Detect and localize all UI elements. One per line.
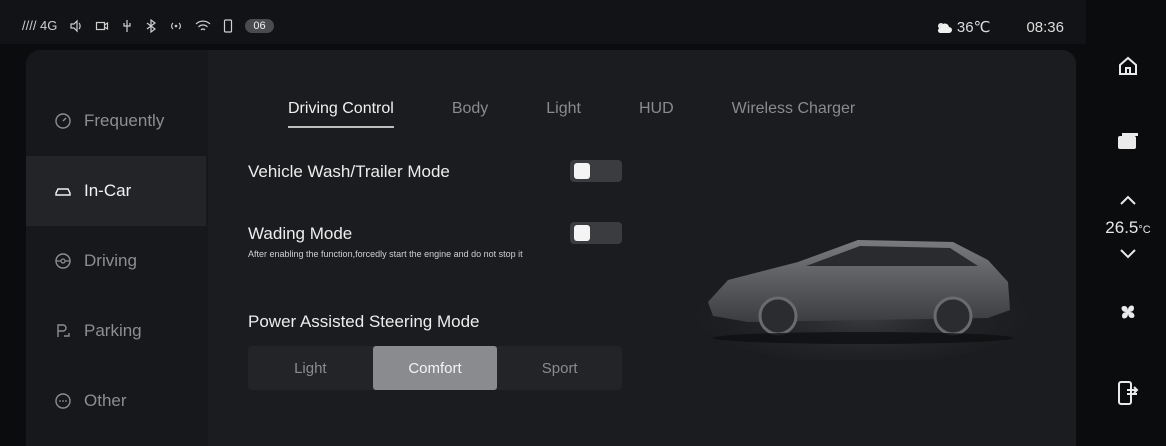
status-bar: //// 4G 06 36℃ 08:36: [0, 0, 1086, 44]
sidebar-item-label: Parking: [84, 321, 142, 340]
vehicle-wash-label: Vehicle Wash/Trailer Mode: [248, 162, 450, 181]
tab-wireless-charger[interactable]: Wireless Charger: [732, 100, 856, 128]
steering-option-sport[interactable]: Sport: [497, 346, 622, 390]
fan-button[interactable]: [1090, 300, 1166, 324]
toggle-knob: [574, 225, 590, 241]
steering-mode-selector: Light Comfort Sport: [248, 346, 622, 390]
wifi-icon: [195, 19, 211, 33]
tab-hud[interactable]: HUD: [639, 100, 674, 128]
fan-icon: [1121, 305, 1135, 319]
volume-icon: [69, 19, 83, 33]
more-icon: [55, 393, 71, 409]
tab-bar: Driving Control Body Light HUD Wireless …: [288, 100, 913, 128]
steering-option-comfort[interactable]: Comfort: [372, 346, 498, 390]
phone-icon: [223, 18, 233, 33]
tab-driving-control[interactable]: Driving Control: [288, 100, 394, 128]
hotspot-icon: [169, 19, 183, 33]
temperature-unit: °C: [1138, 224, 1151, 236]
bluetooth-icon: [145, 18, 157, 33]
multi-window-button[interactable]: [1090, 132, 1166, 154]
sidebar-item-label: Other: [84, 391, 127, 410]
climate-temperature: 26.5°C: [1090, 218, 1166, 238]
temperature-up-button[interactable]: [1090, 194, 1166, 206]
settings-panel: Frequently In-Car Driving Parking Other …: [26, 50, 1076, 446]
steering-option-light[interactable]: Light: [248, 346, 373, 390]
car-outline-icon: [55, 188, 71, 196]
status-right: 36℃ 08:36: [935, 18, 1064, 36]
sidebar-item-label: Frequently: [84, 111, 165, 130]
phone-exit-icon: [1118, 381, 1139, 405]
sidebar-item-label: Driving: [84, 251, 137, 270]
notification-badge[interactable]: 06: [245, 18, 274, 33]
tab-light[interactable]: Light: [546, 100, 581, 128]
sidebar-item-frequently[interactable]: Frequently: [26, 86, 206, 156]
sidebar-item-parking[interactable]: Parking: [26, 296, 206, 366]
steering-mode-label: Power Assisted Steering Mode: [248, 312, 480, 331]
camera-icon: [95, 19, 109, 33]
temperature-down-button[interactable]: [1090, 248, 1166, 260]
weather: 36℃: [935, 18, 991, 36]
chevron-down-icon: [1120, 249, 1136, 259]
wading-mode-label: Wading Mode: [248, 224, 353, 243]
right-dock: 26.5°C: [1090, 0, 1166, 446]
vehicle-image: [688, 240, 1038, 360]
wading-mode-toggle[interactable]: [570, 222, 622, 244]
tab-body[interactable]: Body: [452, 100, 488, 128]
steering-wheel-icon: [55, 253, 71, 269]
sidebar-item-other[interactable]: Other: [26, 366, 206, 436]
weather-temperature: 36℃: [956, 19, 991, 36]
gauge-icon: [55, 113, 71, 129]
sidebar-item-label: In-Car: [84, 181, 132, 200]
sidebar-nav: Frequently In-Car Driving Parking Other: [26, 86, 206, 436]
sidebar-item-driving[interactable]: Driving: [26, 226, 206, 296]
sun-cloud-icon: [937, 23, 952, 33]
settings-content: Driving Control Body Light HUD Wireless …: [208, 50, 1076, 446]
usb-icon: [121, 19, 133, 33]
wading-mode-description: After enabling the function,forcedly sta…: [248, 249, 523, 259]
toggle-knob: [574, 163, 590, 179]
clock: 08:36: [1026, 18, 1064, 36]
windows-icon: [1118, 133, 1138, 149]
home-button[interactable]: [1090, 54, 1166, 78]
temperature-value: 26.5: [1105, 218, 1139, 237]
sidebar-item-in-car[interactable]: In-Car: [26, 156, 206, 226]
home-icon: [1119, 56, 1137, 75]
parking-icon: [57, 324, 70, 337]
phone-projection-button[interactable]: [1090, 380, 1166, 406]
status-icons: //// 4G 06: [22, 18, 274, 33]
vehicle-wash-toggle[interactable]: [570, 160, 622, 182]
chevron-up-icon: [1120, 195, 1136, 205]
signal-indicator: //// 4G: [22, 18, 58, 33]
